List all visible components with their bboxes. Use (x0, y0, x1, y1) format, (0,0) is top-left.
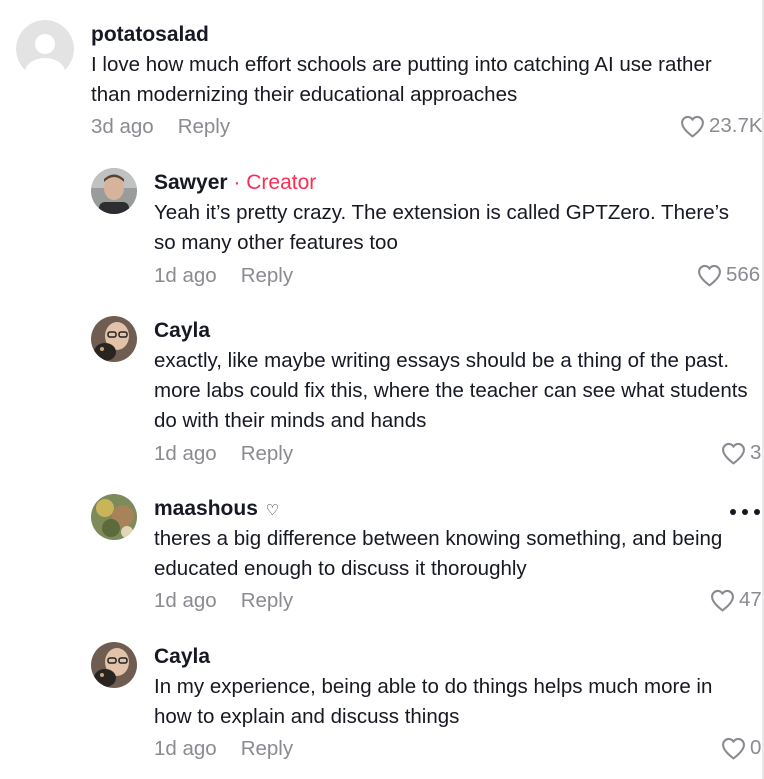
comment-meta: 3d ago Reply (91, 115, 230, 139)
reply-button[interactable]: Reply (178, 115, 230, 138)
comment-text: Yeah it’s pretty crazy. The extension is… (154, 201, 730, 254)
heart-badge: ♡ (265, 502, 280, 519)
more-options-button[interactable] (729, 505, 761, 523)
like-count: 47 (739, 588, 762, 611)
username-text: Sawyer (154, 171, 228, 194)
like-count: 3 (750, 441, 762, 464)
avatar[interactable] (91, 168, 137, 214)
comment-meta: 1d ago Reply (154, 589, 293, 613)
heart-outline-icon (722, 442, 745, 464)
comment-text: exactly, like maybe writing essays shoul… (154, 349, 748, 432)
user-avatar-photo (91, 316, 137, 362)
comment-username[interactable]: Sawyer · Creator (154, 171, 316, 195)
avatar[interactable] (91, 642, 137, 688)
reply-button[interactable]: Reply (241, 442, 293, 465)
avatar[interactable] (16, 20, 74, 78)
like-button[interactable]: 23.7K (680, 114, 763, 138)
reply-button[interactable]: Reply (241, 589, 293, 612)
heart-outline-icon (711, 589, 734, 611)
comment-timestamp: 1d ago (154, 442, 217, 465)
comment-meta: 1d ago Reply (154, 264, 293, 288)
comment-username[interactable]: Cayla (154, 645, 210, 669)
comment-timestamp: 1d ago (154, 589, 217, 612)
comment-text: I love how much effort schools are putti… (91, 53, 712, 106)
user-avatar-photo (91, 168, 137, 214)
heart-outline-icon (722, 737, 745, 759)
heart-outline-icon (698, 264, 721, 286)
comment-timestamp: 1d ago (154, 737, 217, 760)
comment-username[interactable]: maashous ♡ (154, 497, 279, 521)
comment-meta: 1d ago Reply (154, 737, 293, 761)
like-count: 23.7K (709, 114, 763, 137)
comment-timestamp: 3d ago (91, 115, 154, 138)
default-avatar-icon (16, 20, 74, 78)
avatar[interactable] (91, 316, 137, 362)
comment-text: theres a big difference between knowing … (154, 527, 723, 580)
username-text: maashous (154, 497, 258, 520)
comment-text: In my experience, being able to do thing… (154, 675, 713, 728)
reply-button[interactable]: Reply (241, 264, 293, 287)
user-avatar-photo (91, 642, 137, 688)
comment-username[interactable]: Cayla (154, 319, 210, 343)
more-options-icon (730, 509, 760, 515)
heart-outline-icon (681, 115, 704, 137)
comment-meta: 1d ago Reply (154, 442, 293, 466)
like-button[interactable]: 566 (697, 263, 760, 287)
like-button[interactable]: 47 (710, 588, 762, 612)
avatar[interactable] (91, 494, 137, 540)
user-avatar-photo (91, 494, 137, 540)
comment-timestamp: 1d ago (154, 264, 217, 287)
like-button[interactable]: 3 (721, 441, 761, 465)
like-count: 566 (726, 263, 761, 286)
reply-button[interactable]: Reply (241, 737, 293, 760)
like-count: 0 (750, 736, 762, 759)
creator-badge: · Creator (233, 171, 317, 194)
like-button[interactable]: 0 (721, 736, 761, 760)
comment-username[interactable]: potatosalad (91, 23, 209, 47)
